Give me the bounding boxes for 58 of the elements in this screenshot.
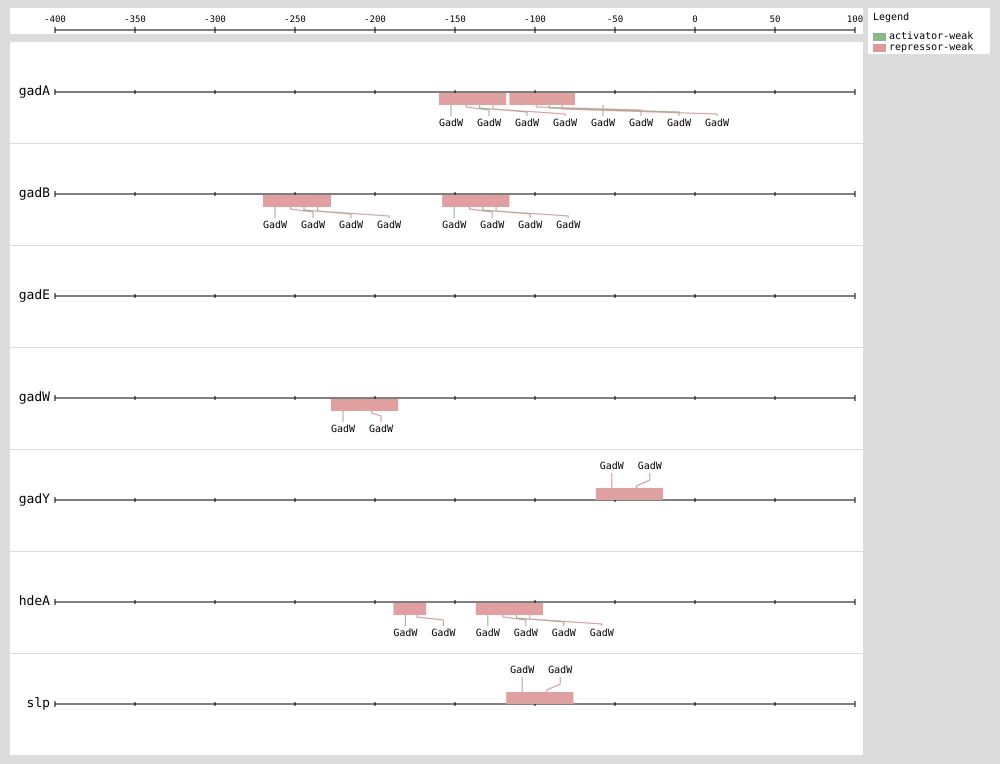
axis-tick-label: -400 bbox=[44, 15, 66, 25]
gene-name: gadA bbox=[18, 85, 50, 99]
gene-name: gadY bbox=[18, 493, 50, 507]
site-label: GadW bbox=[300, 220, 326, 231]
site-label: GadW bbox=[476, 118, 502, 129]
legend-label: activator-weak bbox=[889, 31, 974, 42]
binding-site-bar bbox=[476, 603, 543, 615]
binding-site-bar bbox=[393, 603, 426, 615]
site-label: GadW bbox=[552, 628, 576, 639]
site-label: GadW bbox=[393, 628, 418, 639]
binding-site-bar bbox=[509, 93, 575, 105]
site-label: GadW bbox=[514, 628, 538, 639]
site-label: GadW bbox=[262, 220, 288, 231]
site-label: GadW bbox=[552, 118, 578, 129]
axis-tick-label: -250 bbox=[284, 15, 306, 25]
binding-site-bar bbox=[439, 93, 506, 105]
site-label: GadW bbox=[704, 118, 730, 129]
site-label: GadW bbox=[438, 118, 464, 129]
site-label: GadW bbox=[628, 118, 654, 129]
axis-tick-label: 100 bbox=[846, 15, 863, 25]
gene-name: gadB bbox=[18, 187, 50, 201]
axis-tick-label: -300 bbox=[204, 15, 226, 25]
binding-site-bar bbox=[506, 692, 574, 704]
axis-tick-label: -350 bbox=[124, 15, 146, 25]
gene-name: gadE bbox=[18, 289, 50, 303]
axis-tick-label: -50 bbox=[606, 15, 624, 25]
site-label: GadW bbox=[548, 665, 572, 676]
site-label: GadW bbox=[638, 461, 662, 472]
site-label: GadW bbox=[431, 628, 456, 639]
axis-tick-label: -200 bbox=[364, 15, 386, 25]
site-label: GadW bbox=[510, 665, 534, 676]
site-label: GadW bbox=[556, 220, 580, 231]
site-label: GadW bbox=[442, 220, 466, 231]
axis-tick-label: -150 bbox=[444, 15, 466, 25]
binding-site-bar bbox=[596, 488, 663, 500]
legend-title: Legend bbox=[873, 12, 910, 23]
site-label: GadW bbox=[480, 220, 504, 231]
binding-site-bar bbox=[442, 195, 510, 207]
site-label: GadW bbox=[338, 220, 364, 231]
axis-tick-label: 0 bbox=[692, 15, 698, 25]
site-label: GadW bbox=[476, 628, 500, 639]
site-label: GadW bbox=[590, 118, 616, 129]
axis-tick-label: -100 bbox=[524, 15, 546, 25]
legend-label: repressor-weak bbox=[889, 42, 974, 53]
site-label: GadW bbox=[330, 424, 356, 435]
site-label: GadW bbox=[368, 424, 394, 435]
site-label: GadW bbox=[600, 461, 624, 472]
binding-site-bar bbox=[263, 195, 331, 207]
gene-name: slp bbox=[26, 697, 50, 711]
site-label: GadW bbox=[518, 220, 542, 231]
axis-tick-label: 50 bbox=[770, 15, 780, 25]
gene-name: gadW bbox=[18, 391, 50, 405]
binding-site-bar bbox=[331, 399, 398, 411]
gene-name: hdeA bbox=[18, 595, 50, 609]
site-label: GadW bbox=[376, 220, 402, 231]
site-label: GadW bbox=[666, 118, 692, 129]
site-label: GadW bbox=[514, 118, 540, 129]
site-label: GadW bbox=[590, 628, 614, 639]
